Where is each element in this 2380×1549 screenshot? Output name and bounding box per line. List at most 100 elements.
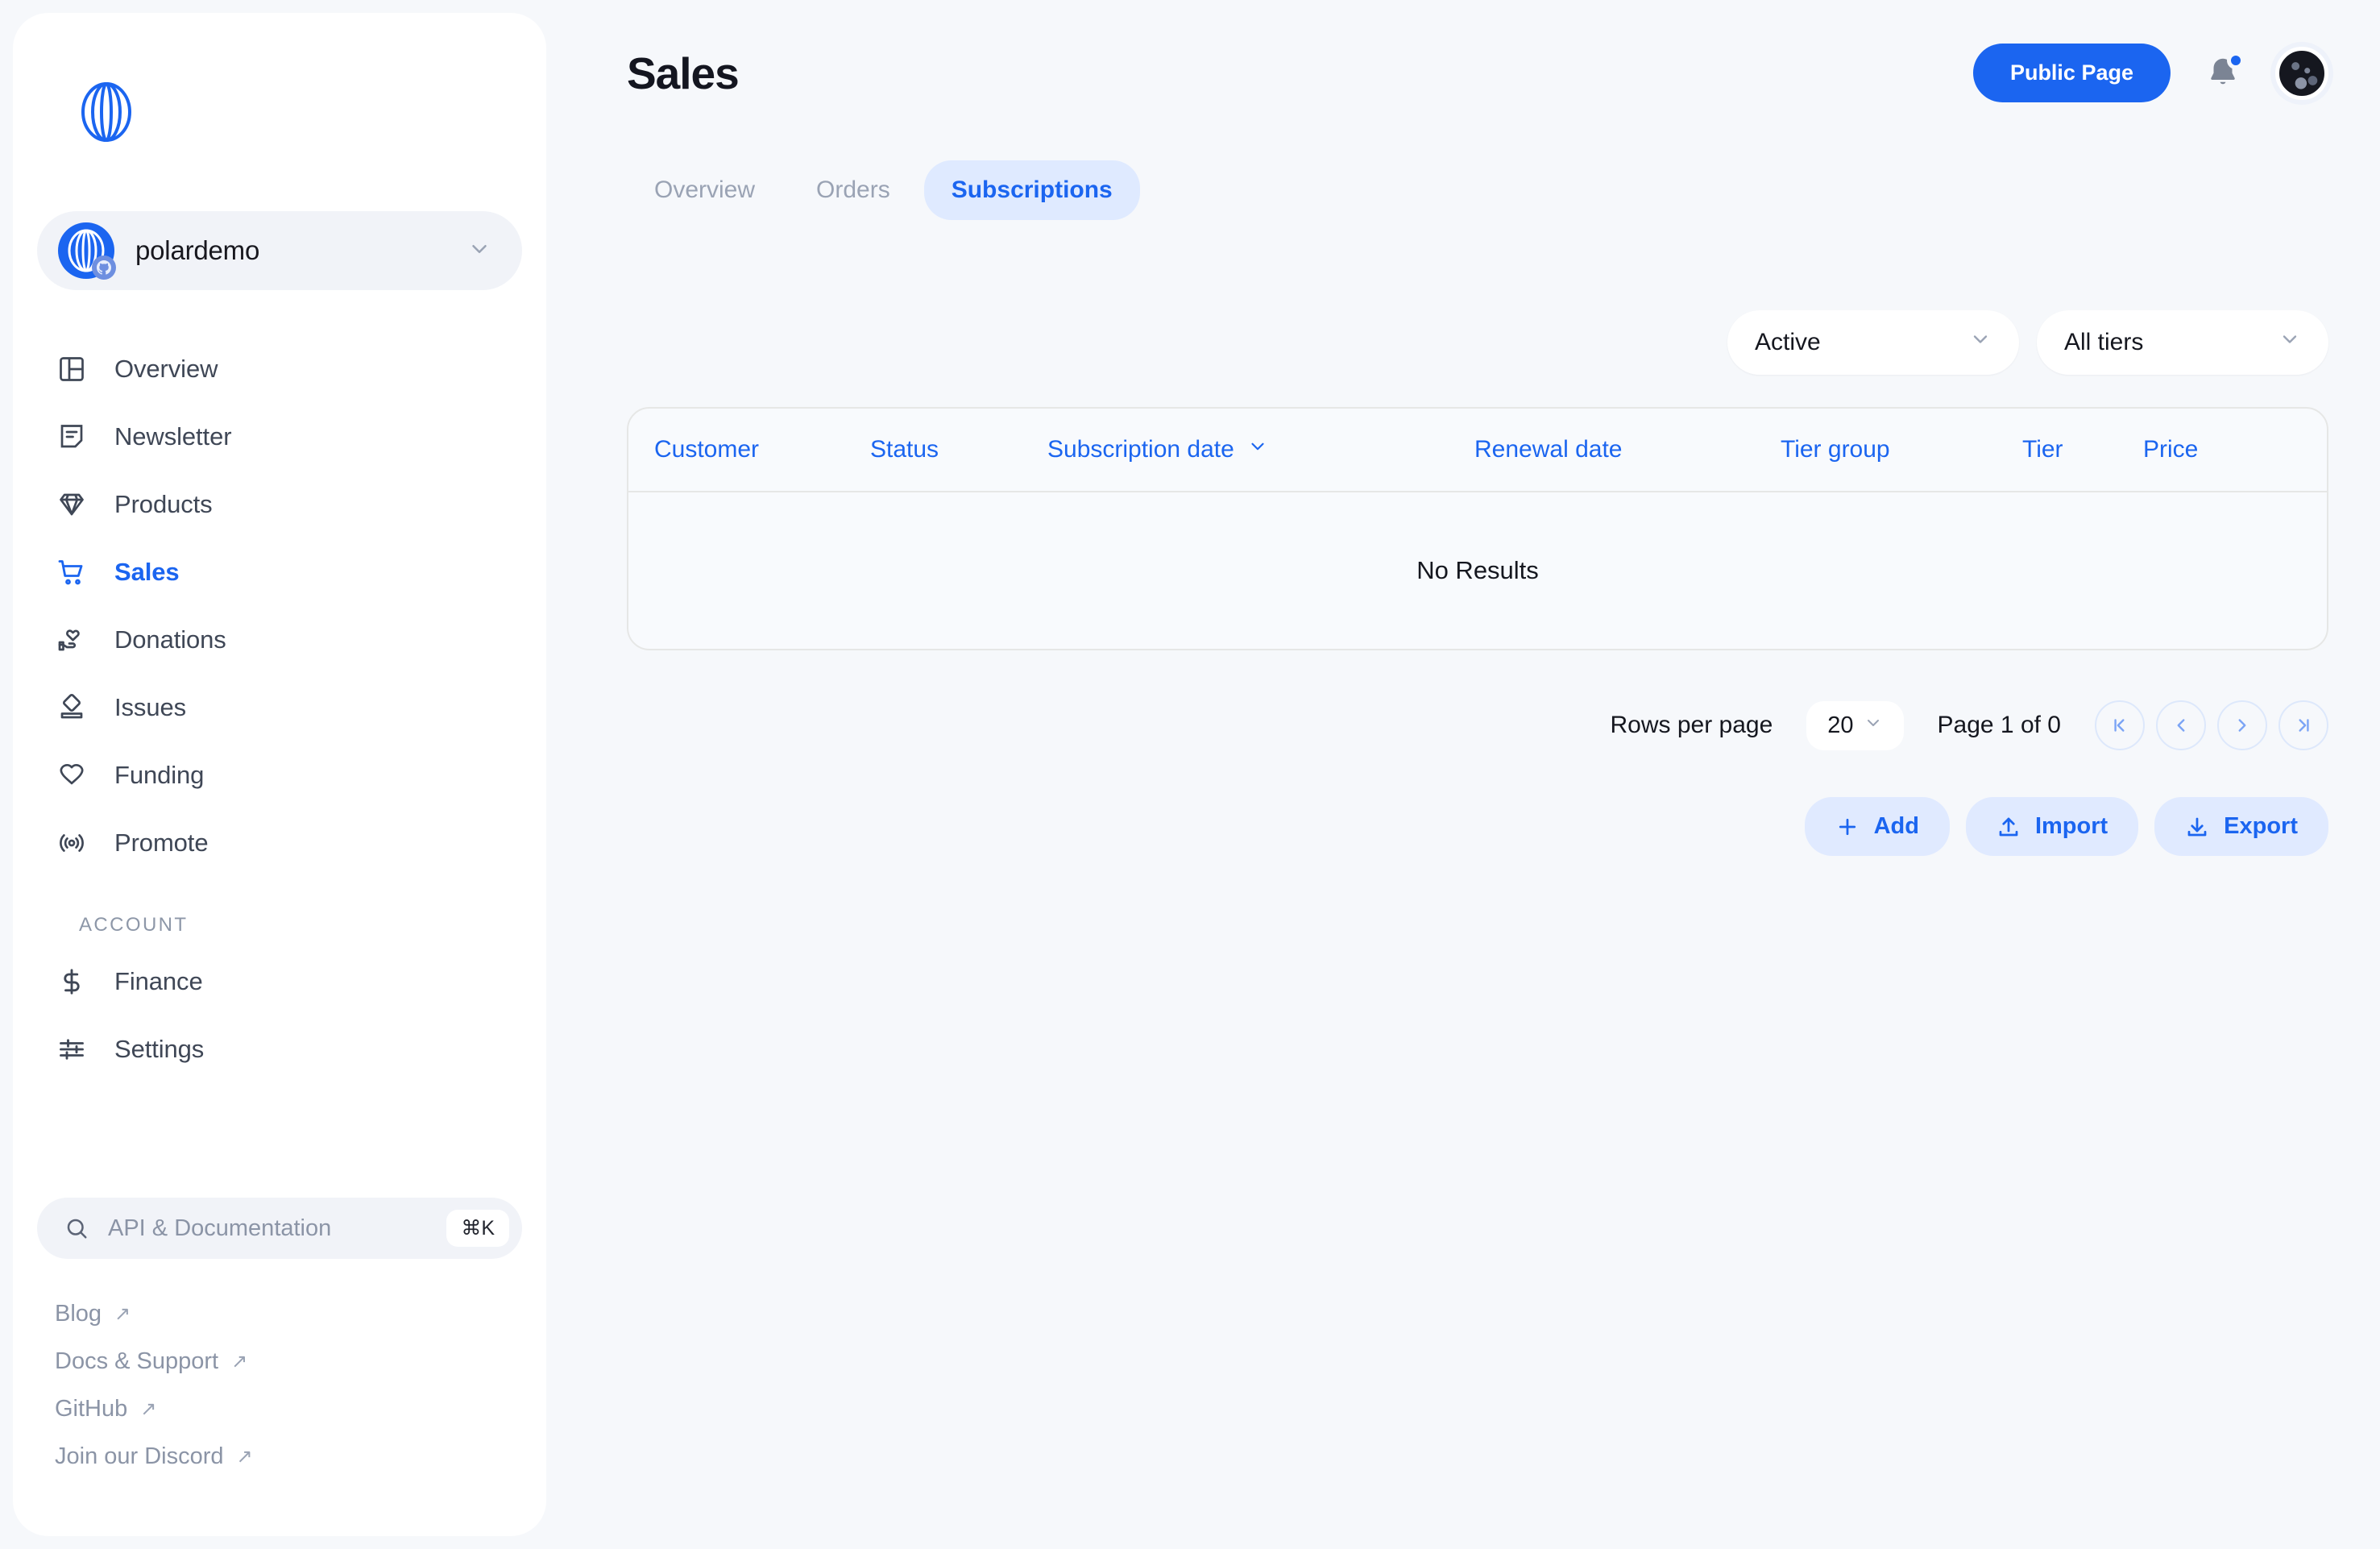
search-placeholder: API & Documentation: [108, 1215, 332, 1241]
external-link-icon: ↗: [231, 1351, 248, 1373]
sidebar-item-funding[interactable]: Funding: [37, 741, 522, 809]
org-name: polardemo: [135, 235, 260, 265]
sidebar-item-label: Products: [114, 490, 213, 518]
sidebar-item-label: Newsletter: [114, 422, 232, 451]
sidebar-item-products[interactable]: Products: [37, 471, 522, 538]
notification-dot: [2227, 51, 2245, 69]
page-title: Sales: [627, 48, 740, 98]
import-button[interactable]: Import: [1965, 797, 2139, 856]
search-input[interactable]: API & Documentation ⌘K: [37, 1198, 522, 1259]
column-header-label: Subscription date: [1047, 436, 1234, 463]
last-page-button[interactable]: [2278, 700, 2328, 750]
sidebar-item-settings[interactable]: Settings: [37, 1015, 522, 1083]
public-page-button[interactable]: Public Page: [1972, 44, 2171, 102]
column-header-label: Status: [870, 436, 939, 463]
external-link-icon: ↗: [140, 1398, 157, 1420]
page-header: Sales Public Page: [627, 44, 2328, 102]
next-page-button[interactable]: [2217, 700, 2267, 750]
export-button[interactable]: Export: [2154, 797, 2328, 856]
diamond-icon: [55, 488, 89, 521]
sales-tabs: Overview Orders Subscriptions: [627, 160, 2328, 220]
table-actions: Add Import Export: [627, 797, 2328, 856]
sidebar-item-donations[interactable]: Donations: [37, 606, 522, 674]
sidebar-item-sales[interactable]: Sales: [37, 538, 522, 606]
sidebar-item-label: Finance: [114, 967, 203, 995]
add-button[interactable]: Add: [1804, 797, 1950, 856]
pagination-bar: Rows per page 20 Page 1 of 0: [627, 700, 2328, 750]
polar-org-avatar: [58, 222, 116, 280]
issue-stamp-icon: [55, 691, 89, 725]
status-filter-value: Active: [1755, 329, 1821, 355]
rows-per-page-select[interactable]: 20: [1806, 700, 1904, 750]
column-header-status[interactable]: Status: [870, 436, 1047, 463]
column-header-subscription-date[interactable]: Subscription date: [1047, 436, 1474, 463]
column-header-renewal-date[interactable]: Renewal date: [1474, 436, 1781, 463]
sidebar-link-github[interactable]: GitHub ↗: [55, 1396, 522, 1422]
chevron-down-icon: [1864, 712, 1883, 739]
sidebar-link-label: Join our Discord: [55, 1443, 224, 1469]
tab-orders[interactable]: Orders: [789, 160, 918, 220]
hand-heart-icon: [55, 623, 89, 657]
last-page-icon: [2299, 719, 2309, 732]
header-actions: Public Page: [1972, 44, 2328, 102]
chevron-down-icon: [1969, 328, 1992, 357]
sidebar-item-label: Funding: [114, 761, 205, 789]
column-header-label: Renewal date: [1474, 436, 1623, 463]
table-empty-state: No Results: [1416, 556, 1539, 584]
column-header-price[interactable]: Price: [2143, 436, 2327, 463]
chevron-down-icon: [2278, 328, 2301, 357]
column-header-customer[interactable]: Customer: [628, 436, 870, 463]
column-header-tier[interactable]: Tier: [2022, 436, 2143, 463]
sort-chevron-down-icon: [1247, 436, 1268, 463]
sidebar-links: Blog ↗ Docs & Support ↗ GitHub ↗ Join ou…: [37, 1301, 522, 1470]
first-page-button[interactable]: [2095, 700, 2145, 750]
notifications-button[interactable]: [2200, 50, 2246, 97]
sidebar-nav: Overview Newsletter Products Sales Donat…: [13, 335, 546, 1083]
rows-per-page-value: 20: [1827, 712, 1854, 738]
layout-dashboard-icon: [55, 352, 89, 386]
sidebar-item-issues[interactable]: Issues: [37, 674, 522, 741]
tab-subscriptions[interactable]: Subscriptions: [923, 160, 1140, 220]
account-section-label: ACCOUNT: [79, 914, 189, 936]
sidebar-item-label: Donations: [114, 625, 226, 654]
sidebar-item-label: Sales: [114, 558, 180, 586]
external-link-icon: ↗: [114, 1303, 131, 1325]
sidebar-link-discord[interactable]: Join our Discord ↗: [55, 1443, 522, 1470]
external-link-icon: ↗: [236, 1446, 253, 1468]
plus-icon: [1839, 818, 1855, 835]
sidebar-link-blog[interactable]: Blog ↗: [55, 1301, 522, 1327]
status-filter-select[interactable]: Active: [1727, 310, 2019, 375]
sidebar-item-label: Issues: [114, 693, 186, 721]
sidebar-item-label: Overview: [114, 355, 218, 383]
add-button-label: Add: [1873, 813, 1919, 839]
sidebar-link-docs-support[interactable]: Docs & Support ↗: [55, 1348, 522, 1375]
newsletter-note-icon: [55, 420, 89, 454]
app-root: polardemo Overview Newsletter Products S…: [0, 0, 2380, 1549]
polar-logo-icon[interactable]: [81, 82, 131, 142]
tab-overview[interactable]: Overview: [627, 160, 782, 220]
column-header-tier-group[interactable]: Tier group: [1781, 436, 2022, 463]
column-header-label: Tier: [2022, 436, 2063, 463]
sidebar-item-promote[interactable]: Promote: [37, 809, 522, 877]
column-header-label: Customer: [654, 436, 760, 463]
chevron-down-icon: [467, 237, 491, 265]
tier-filter-select[interactable]: All tiers: [2037, 310, 2328, 375]
sidebar-item-finance[interactable]: Finance: [37, 948, 522, 1015]
prev-page-button[interactable]: [2156, 700, 2206, 750]
table-header-row: Customer Status Subscription date Renewa…: [628, 409, 2327, 492]
user-avatar[interactable]: [2275, 46, 2328, 100]
heart-icon: [55, 758, 89, 792]
sidebar-item-label: Settings: [114, 1035, 205, 1063]
search-icon: [63, 1215, 90, 1242]
org-switcher[interactable]: polardemo: [37, 211, 522, 290]
tier-filter-value: All tiers: [2064, 329, 2144, 355]
sidebar-footer: API & Documentation ⌘K Blog ↗ Docs & Sup…: [13, 1198, 546, 1536]
main-content: Sales Public Page Overview Orders Subscr…: [546, 0, 2380, 1549]
github-badge-icon: [92, 255, 116, 280]
sidebar-link-label: Blog: [55, 1301, 102, 1327]
broadcast-icon: [55, 826, 89, 860]
sidebar-item-label: Promote: [114, 828, 209, 857]
prev-page-icon: [2177, 719, 2185, 732]
sidebar-item-overview[interactable]: Overview: [37, 335, 522, 403]
sidebar-item-newsletter[interactable]: Newsletter: [37, 403, 522, 471]
